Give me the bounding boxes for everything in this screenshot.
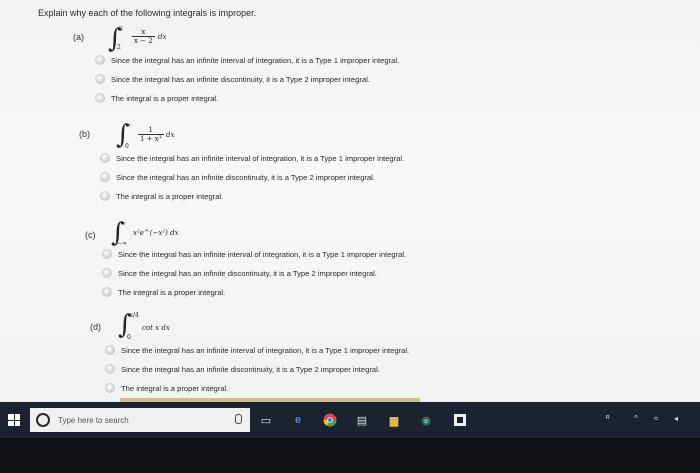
part-a-option-1[interactable]: Since the integral has an infinite inter… (95, 55, 399, 65)
denominator: 1 + x³ (140, 135, 162, 143)
option-text: Since the integral has an infinite disco… (118, 268, 377, 278)
people-icon[interactable]: ᴿ (606, 414, 610, 423)
part-a-option-2[interactable]: Since the integral has an infinite disco… (95, 74, 370, 84)
option-text: Since the integral has an infinite disco… (121, 364, 380, 374)
part-c-integral: ∫ ∞ −∞ x²e^(−x²) dx (111, 220, 201, 250)
differential: dx (166, 131, 175, 139)
chrome-icon[interactable] (322, 412, 338, 428)
question-prompt: Explain why each of the following integr… (38, 8, 257, 18)
radio-button[interactable] (105, 383, 115, 393)
option-text: The integral is a proper integral. (111, 93, 219, 103)
integrand: cot x dx (142, 324, 170, 332)
radio-button[interactable] (102, 268, 112, 278)
part-c-option-3[interactable]: The integral is a proper integral. (102, 287, 225, 297)
option-text: Since the integral has an infinite inter… (111, 55, 400, 65)
option-text: Since the integral has an infinite disco… (111, 74, 370, 84)
lower-limit: 0 (127, 334, 131, 341)
part-d-integral: ∫ π/4 0 cot x dx (118, 312, 208, 346)
part-c-option-1[interactable]: Since the integral has an infinite inter… (102, 249, 406, 259)
app-icon[interactable]: ◉ (418, 412, 434, 428)
lower-limit: 2 (117, 44, 121, 51)
radio-button[interactable] (100, 191, 110, 201)
radio-button[interactable] (105, 364, 115, 374)
upper-limit: 3 (119, 26, 123, 33)
part-b-label: (b) (79, 129, 90, 139)
part-a-integral: ∫ 3 2 x x − 2 dx (108, 26, 188, 56)
part-d-option-1[interactable]: Since the integral has an infinite inter… (105, 345, 409, 355)
option-text: Since the integral has an infinite inter… (121, 345, 410, 355)
lower-limit: −∞ (117, 240, 128, 247)
radio-button[interactable] (95, 74, 105, 84)
store-icon[interactable]: ▤ (354, 412, 370, 428)
radio-button[interactable] (100, 172, 110, 182)
numerator: 1 (138, 126, 164, 135)
windows-start-button[interactable] (0, 402, 28, 438)
edge-icon[interactable]: e (290, 412, 306, 428)
radio-button[interactable] (105, 345, 115, 355)
part-a-option-3[interactable]: The integral is a proper integral. (95, 93, 218, 103)
part-b-option-3[interactable]: The integral is a proper integral. (100, 191, 223, 201)
upper-limit: ∞ (121, 220, 126, 227)
windows-start-icon (8, 414, 20, 426)
part-b-option-2[interactable]: Since the integral has an infinite disco… (100, 172, 375, 182)
fraction: 1 1 + x³ (138, 126, 164, 143)
option-text: The integral is a proper integral. (118, 287, 226, 297)
upper-limit: ∞ (126, 122, 131, 129)
denominator: x − 2 (134, 37, 153, 45)
screen-bezel (0, 438, 700, 473)
lower-limit: 0 (125, 143, 129, 150)
integrand: x²e^(−x²) dx (133, 229, 179, 237)
radio-button[interactable] (102, 249, 112, 259)
option-text: The integral is a proper integral. (116, 191, 224, 201)
file-explorer-icon[interactable]: ▆ (386, 412, 402, 428)
differential: dx (158, 33, 167, 41)
network-icon[interactable]: ≈ (654, 414, 658, 423)
search-placeholder: Type here to search (58, 415, 129, 425)
onenote-icon[interactable] (452, 412, 468, 428)
chevron-up-icon[interactable]: ^ (634, 414, 638, 423)
assignment-page: Explain why each of the following integr… (0, 0, 700, 402)
part-b-option-1[interactable]: Since the integral has an infinite inter… (100, 153, 404, 163)
option-text: Since the integral has an infinite disco… (116, 172, 375, 182)
cortana-icon (36, 413, 50, 427)
microphone-icon[interactable] (235, 414, 242, 424)
part-d-label: (d) (90, 322, 101, 332)
part-c-option-2[interactable]: Since the integral has an infinite disco… (102, 268, 377, 278)
part-b-integral: ∫ ∞ 0 1 1 + x³ dx (116, 122, 196, 154)
radio-button[interactable] (100, 153, 110, 163)
radio-button[interactable] (95, 55, 105, 65)
numerator: x (132, 28, 155, 37)
radio-button[interactable] (95, 93, 105, 103)
part-c-label: (c) (85, 230, 96, 240)
option-text: Since the integral has an infinite inter… (118, 249, 407, 259)
task-view-icon[interactable]: ▭ (258, 412, 274, 428)
windows-taskbar: Type here to search ▭ e ▤ ▆ ◉ ᴿ ^ ≈ ◂ (0, 402, 700, 438)
part-d-option-3[interactable]: The integral is a proper integral. (105, 383, 228, 393)
option-text: Since the integral has an infinite inter… (116, 153, 405, 163)
option-text: The integral is a proper integral. (121, 383, 229, 393)
radio-button[interactable] (102, 287, 112, 297)
taskbar-search-box[interactable]: Type here to search (30, 408, 250, 432)
part-d-option-2[interactable]: Since the integral has an infinite disco… (105, 364, 380, 374)
fraction: x x − 2 (132, 28, 155, 45)
upper-limit: π/4 (129, 312, 139, 319)
part-a-label: (a) (73, 32, 84, 42)
volume-icon[interactable]: ◂ (674, 414, 678, 423)
